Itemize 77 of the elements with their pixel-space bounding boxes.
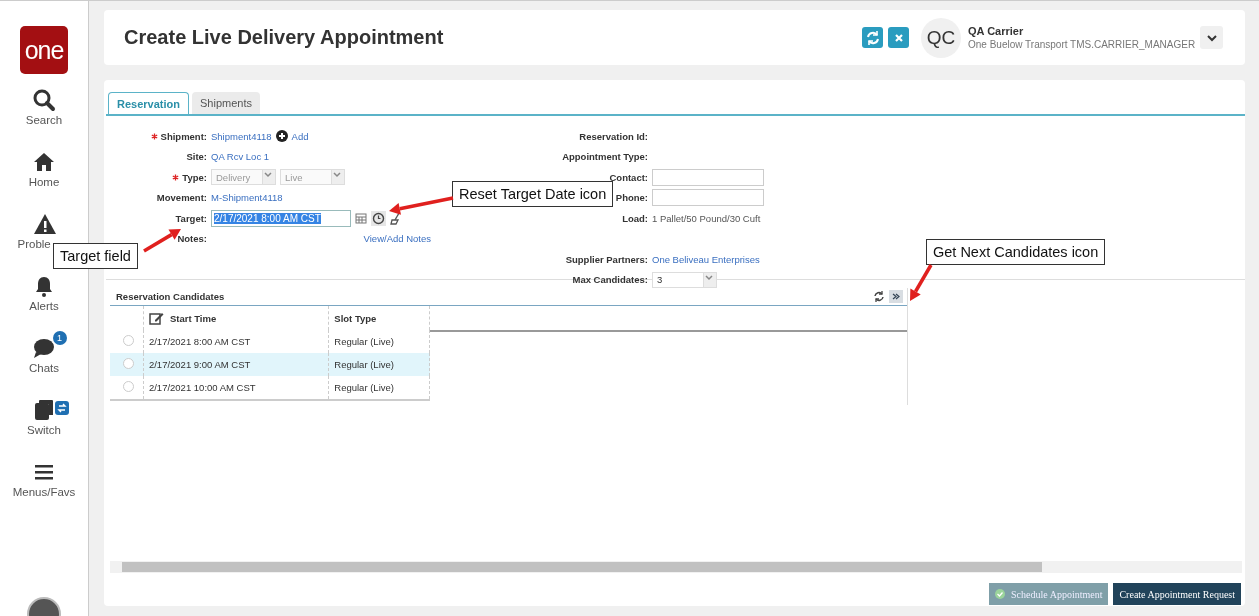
close-button[interactable] [888,27,909,48]
nav-label[interactable]: Menus/Favs [12,486,76,498]
callout-label: Get Next Candidates icon [926,239,1106,265]
chat-bubble-icon[interactable] [32,336,56,360]
table-cell: Regular (Live) [328,376,430,400]
field-value: 1 Pallet/50 Pound/30 Cuft [652,212,761,224]
check-circle-icon [995,589,1006,599]
max-candidates-select[interactable]: 3 [652,271,717,288]
field-label: Movement: [156,192,207,204]
field-link[interactable]: One Beliveau Enterprises [652,253,760,265]
field-link[interactable]: Shipment4118 [211,130,272,142]
chevron-down-icon [262,170,275,185]
field-label: Site: [186,151,207,163]
table-cell: 2/17/2021 9:00 AM CST [143,353,329,376]
chevron-down-icon [1205,32,1218,43]
double-chevron-icon[interactable] [889,290,903,303]
text-field[interactable] [652,189,764,207]
target-date-field[interactable]: 2/17/2021 8:00 AM CST [211,209,351,227]
user-name: QA Carrier [968,25,1025,37]
field-label: Max Candidates: [572,274,648,286]
callout-label: Target field [53,243,138,269]
notes-link[interactable]: View/Add Notes [363,233,431,245]
field-label: Appointment Type: [562,151,648,163]
warning-icon[interactable] [32,212,57,236]
home-icon[interactable] [32,150,56,174]
user-role: One Buelow Transport TMS.CARRIER_MANAGER [968,39,1197,50]
column-header[interactable]: Slot Type [334,312,377,324]
horizontal-scrollbar[interactable] [110,561,1242,573]
nav-label[interactable]: Home [28,176,60,188]
count-badge: 1 [52,331,67,345]
callout-label: Reset Target Date icon [452,181,614,207]
windows-icon[interactable] [32,398,56,422]
field-label: Phone: [615,192,648,204]
edit-icon[interactable] [148,311,164,325]
tab[interactable]: Shipments [192,92,260,114]
nav-label[interactable]: Switch [27,424,61,436]
field-label: Contact: [609,171,648,183]
clock-icon[interactable] [371,210,386,226]
field-link[interactable]: QA Rcv Loc 1 [211,151,270,163]
add-link[interactable]: Add [291,130,309,142]
field-label: Shipment: [160,130,207,142]
radio-button[interactable] [123,358,134,369]
nav-label[interactable]: Chats [28,362,59,374]
field-label: Supplier Partners: [565,253,648,265]
table-row[interactable]: 2/17/2021 10:00 AM CST Regular (Live) [110,376,430,400]
chevron-down-icon [331,170,344,185]
field-link[interactable]: M-Shipment4118 [211,192,283,204]
refresh-icon[interactable] [873,290,885,303]
table-row[interactable]: 2/17/2021 9:00 AM CST Regular (Live) [110,353,430,376]
field-label: Target: [175,212,207,224]
nav-label[interactable]: Search [25,114,63,126]
field-label: Type: [182,171,207,183]
field-label: Notes: [177,233,207,245]
search-icon[interactable] [32,88,56,112]
panel-title: Reservation Candidates [115,291,226,302]
nav-label[interactable]: Alerts [29,300,59,312]
table-cell: Regular (Live) [328,353,430,376]
column-header[interactable]: Start Time [169,312,217,324]
swap-icon[interactable] [54,401,69,415]
refresh-button[interactable] [862,27,883,48]
plus-circle-icon[interactable] [275,130,288,143]
field-label: Reservation Id: [579,130,648,142]
user-menu-button[interactable] [1200,26,1223,49]
page-title: Create Live Delivery Appointment [124,26,445,49]
app-logo[interactable]: one [20,26,68,74]
field-label: Load: [622,212,648,224]
radio-button[interactable] [123,335,134,346]
user-avatar[interactable]: QC [921,17,961,58]
refresh-icon [864,29,881,46]
nav-label[interactable]: Proble [17,238,51,250]
text-field[interactable] [652,168,764,186]
action-button[interactable]: Create Appointment Request [1113,583,1241,605]
tab[interactable]: Reservation [108,92,189,114]
calendar-icon[interactable] [355,211,367,225]
table-cell: 2/17/2021 10:00 AM CST [143,376,329,400]
radio-button[interactable] [123,381,134,392]
broom-icon[interactable] [390,211,401,225]
